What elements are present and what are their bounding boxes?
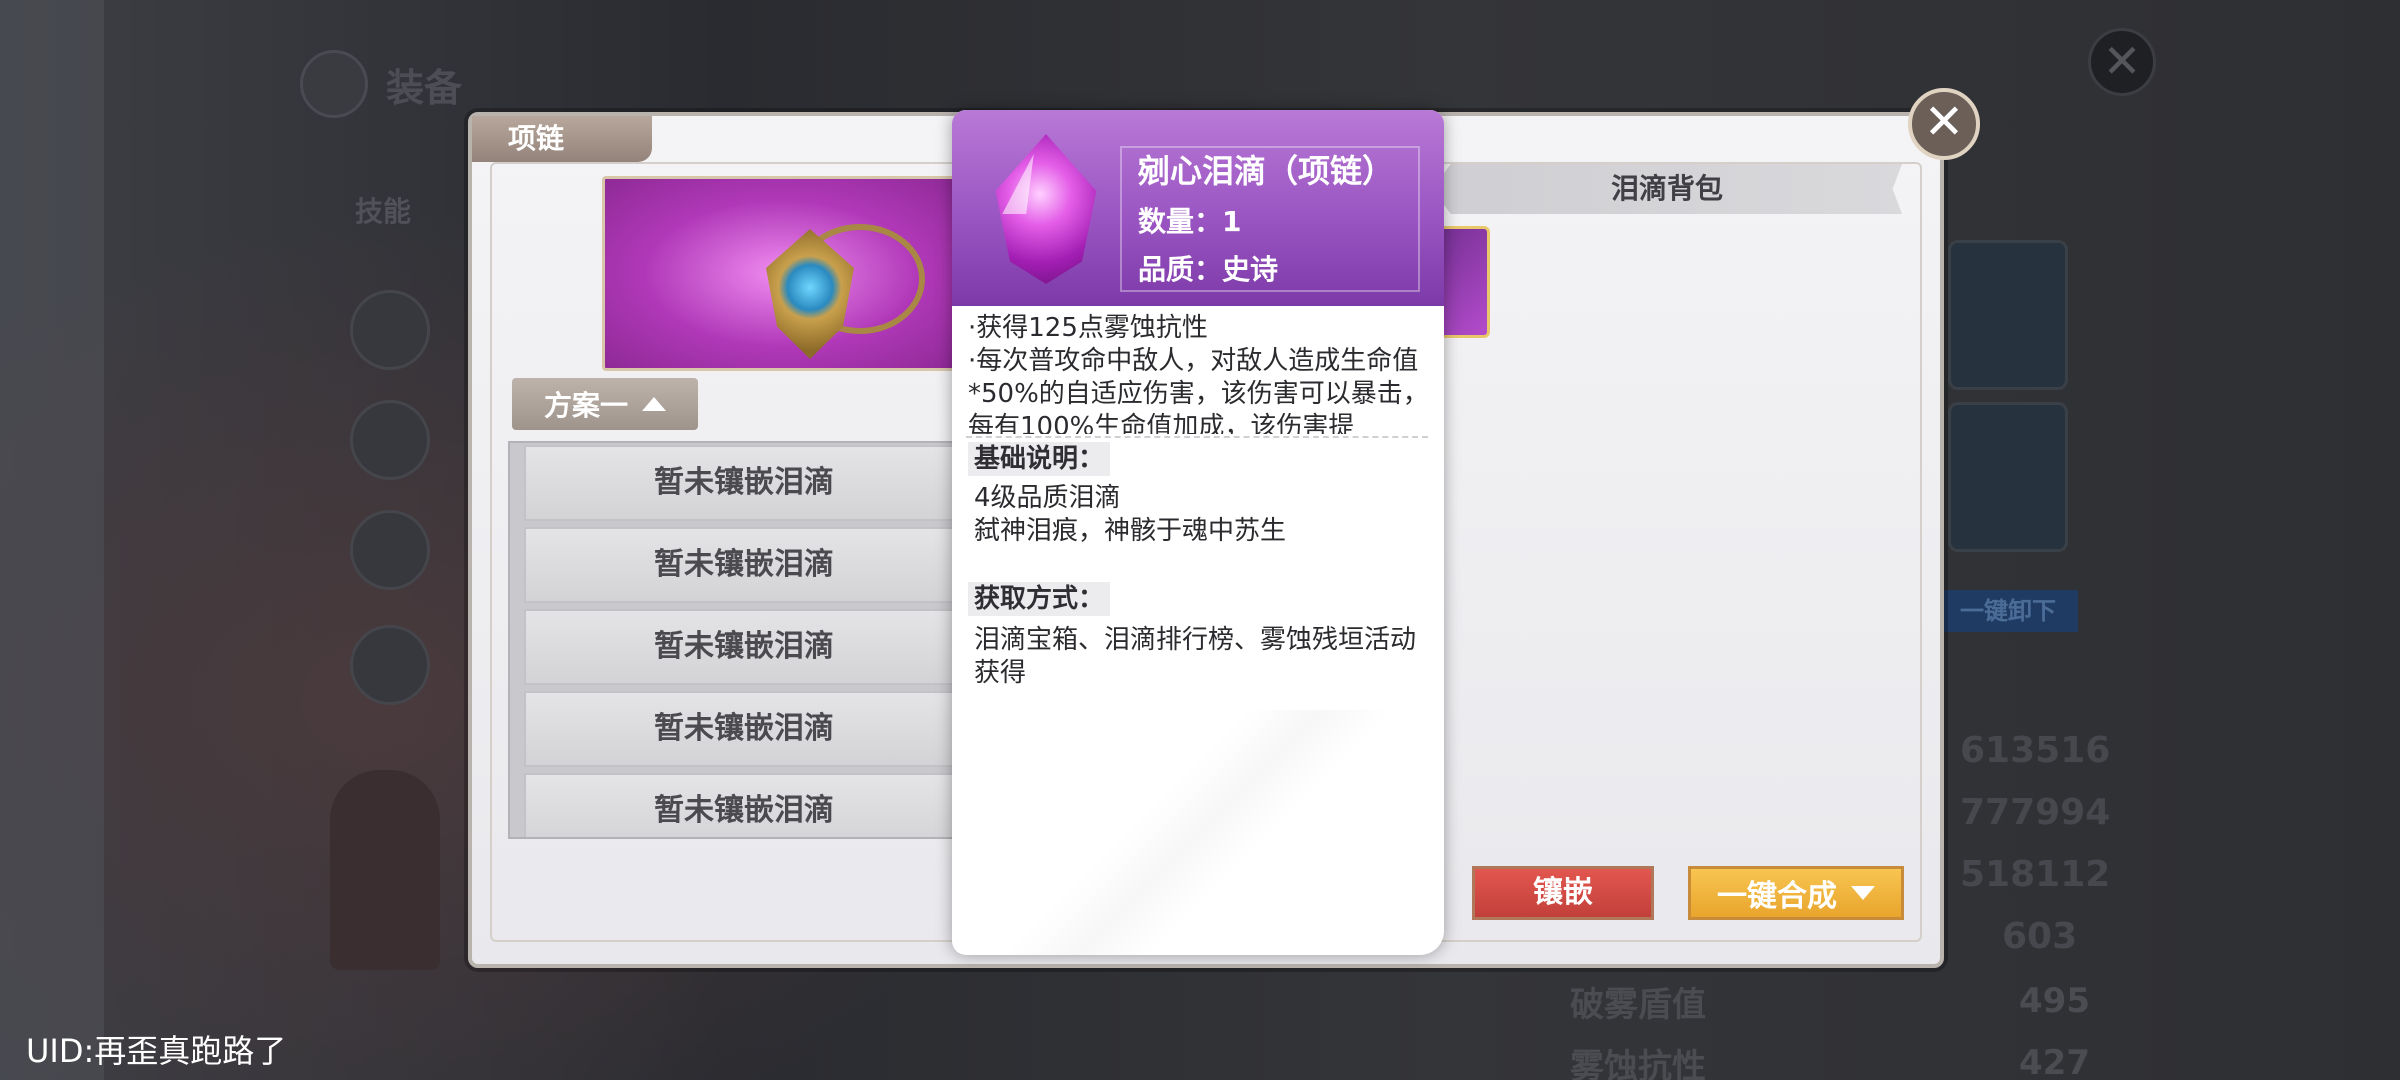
skill-label: 技能 [355,195,412,228]
list-item[interactable]: 暂未镶嵌泪滴 [524,609,956,685]
background-slot [1948,402,2068,552]
necklace-preview [602,176,962,371]
description-line: ·获得125点雾蚀抗性 [968,313,1208,343]
popup-watermark [952,710,1444,955]
item-description[interactable]: ·获得125点雾蚀抗性 ·每次普攻命中敌人，对敌人造成生命值*50%的自适应伤害… [968,312,1430,434]
uid-label: UID:再歪真跑路了 [26,1032,287,1070]
obtain-text: 泪滴宝箱、泪滴排行榜、雾蚀残垣活动获得 [974,625,1417,688]
close-button[interactable]: ✕ [1908,88,1980,160]
combine-label: 一键合成 [1717,879,1837,914]
equipment-emblem-icon [300,50,368,118]
obtain-label: 获取方式： [968,582,1111,616]
stat-row: 破雾盾值 495 [1570,970,2090,1032]
list-item[interactable]: 暂未镶嵌泪滴 [524,773,956,837]
slot-list[interactable]: 暂未镶嵌泪滴 暂未镶嵌泪滴 暂未镶嵌泪滴 暂未镶嵌泪滴 暂未镶嵌泪滴 [508,441,958,839]
description-line: ·每次普攻命中敌人，对敌人造成生命值*50%的自适应伤害，该伤害可以暴击，每有1… [968,346,1429,434]
stat-value: 518112 [1960,854,2111,895]
character-sprite [330,770,440,970]
inlay-button[interactable]: 镶嵌 [1472,866,1654,920]
stat-value: 603 [2002,916,2078,957]
tab-necklace[interactable]: 项链 [472,116,652,162]
stat-value: 777994 [1960,792,2111,833]
basic-info-line: 弑神泪痕，神骸于魂中苏生 [974,516,1287,546]
bag-title: 泪滴背包 [1432,164,1902,214]
divider [966,436,1428,438]
stat-row: 雾蚀抗性 427 [1570,1032,2090,1080]
stats-list: 破雾盾值 495 雾蚀抗性 427 [1570,970,2090,1080]
background-close-button[interactable]: ✕ [2088,28,2156,96]
skill-icon[interactable] [350,625,430,705]
plan-selector-button[interactable]: 方案一 [512,378,698,430]
caret-down-icon [1851,886,1875,900]
skill-icon[interactable] [350,290,430,370]
popup-header: 剜心泪滴（项链） 数量：1 品质：史诗 [952,110,1444,306]
basic-info-line: 4级品质泪滴 [974,483,1121,513]
list-item[interactable]: 暂未镶嵌泪滴 [524,445,956,521]
unload-all-button[interactable]: 一键卸下 [1938,590,2078,632]
one-click-combine-button[interactable]: 一键合成 [1688,866,1904,920]
item-quality: 品质：史诗 [1138,253,1279,286]
stat-value: 427 [2019,1043,2090,1080]
caret-up-icon [642,397,666,411]
item-quantity: 数量：1 [1138,205,1242,238]
plan-label: 方案一 [543,389,628,422]
teardrop-gem-icon [995,134,1097,284]
list-item[interactable]: 暂未镶嵌泪滴 [524,527,956,603]
skill-icon[interactable] [350,510,430,590]
stat-value: 613516 [1960,730,2111,771]
list-item[interactable]: 暂未镶嵌泪滴 [524,691,956,767]
basic-info-label: 基础说明： [968,442,1111,476]
background-slot [1948,240,2068,390]
stat-value: 495 [2019,981,2090,1021]
equipment-title-text: 装备 [386,65,463,110]
item-detail-popup: 剜心泪滴（项链） 数量：1 品质：史诗 ·获得125点雾蚀抗性 ·每次普攻命中敌… [952,110,1444,955]
left-edge-strip [0,0,104,1080]
item-name: 剜心泪滴（项链） [1138,152,1395,190]
skill-icon[interactable] [350,400,430,480]
stat-name: 雾蚀抗性 [1570,1046,1706,1080]
stat-name: 破雾盾值 [1570,984,1706,1025]
equipment-title: 装备 [300,50,462,118]
